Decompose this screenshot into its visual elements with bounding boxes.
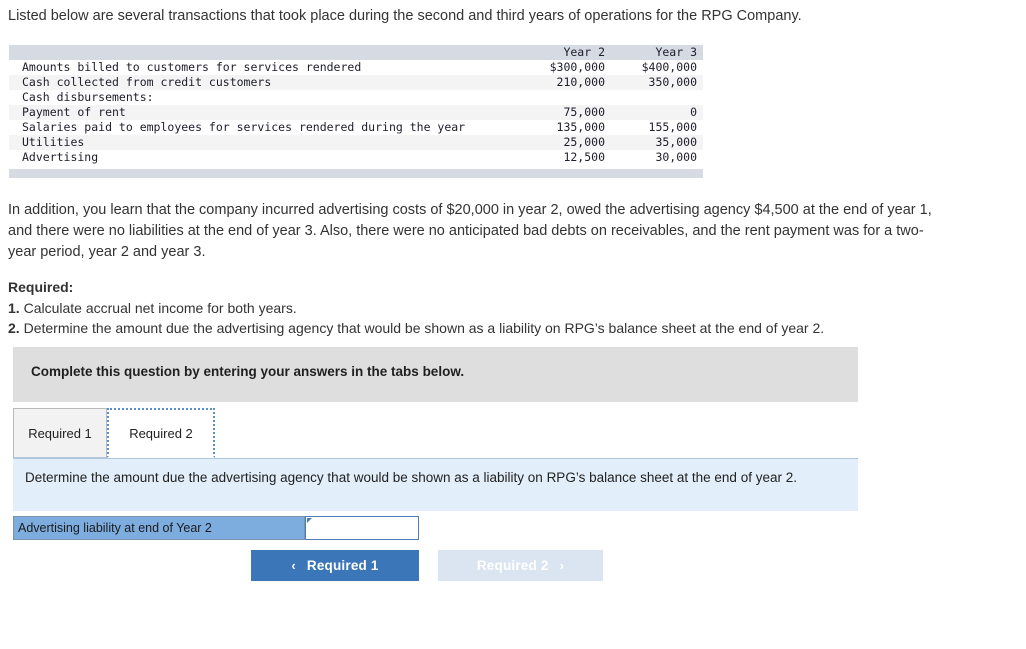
row-label: Amounts billed to customers for services… — [9, 60, 519, 75]
additional-info-paragraph: In addition, you learn that the company … — [8, 202, 932, 260]
required-heading: Required: — [8, 279, 74, 295]
required-item-2-number: 2. — [8, 320, 20, 336]
column-header-description — [9, 45, 519, 60]
row-year3: 155,000 — [611, 120, 703, 135]
required-item-2-text: Determine the amount due the advertising… — [23, 320, 825, 336]
instruction-banner-text: Complete this question by entering your … — [31, 364, 465, 379]
question-panel-text: Determine the amount due the advertising… — [25, 470, 797, 485]
row-year2: 210,000 — [519, 75, 611, 90]
table-row: Cash disbursements: — [9, 90, 703, 105]
previous-required-1-label: Required 1 — [306, 558, 379, 573]
row-label: Cash disbursements: — [9, 90, 519, 105]
advertising-liability-input[interactable] — [306, 517, 418, 539]
answer-row-label: Advertising liability at end of Year 2 — [13, 516, 305, 540]
table-row: Salaries paid to employees for services … — [9, 120, 703, 135]
row-year2: 75,000 — [519, 105, 611, 120]
previous-required-1-button[interactable]: ‹ Required 1 — [251, 550, 419, 581]
row-year3: 30,000 — [611, 150, 703, 165]
column-header-year2: Year 2 — [519, 45, 611, 60]
table-body: Amounts billed to customers for services… — [9, 60, 703, 165]
required-item-1-number: 1. — [8, 299, 20, 316]
tab-required-1-label: Required 1 — [28, 425, 92, 441]
row-year3: 35,000 — [611, 135, 703, 150]
tab-required-1[interactable]: Required 1 — [13, 408, 107, 458]
table-footer-bar — [9, 169, 703, 178]
tab-required-2[interactable]: Required 2 — [107, 408, 215, 458]
row-year3: 350,000 — [611, 75, 703, 90]
table-row: Utilities 25,000 35,000 — [9, 135, 703, 150]
row-label: Payment of rent — [9, 105, 519, 120]
row-year2: 12,500 — [519, 150, 611, 165]
table-row: Payment of rent 75,000 0 — [9, 105, 703, 120]
required-item-1: 1. Calculate accrual net income for both… — [8, 299, 998, 319]
tab-strip: Required 1 Required 2 — [13, 408, 858, 460]
required-item-1-text: Calculate accrual net income for both ye… — [23, 299, 297, 316]
row-label: Advertising — [9, 150, 519, 165]
table-header-row: Year 2 Year 3 — [9, 45, 703, 60]
row-label: Salaries paid to employees for services … — [9, 120, 519, 135]
required-item-2: 2. Determine the amount due the advertis… — [8, 319, 998, 339]
row-year2: 135,000 — [519, 120, 611, 135]
instruction-banner: Complete this question by entering your … — [13, 347, 858, 402]
table-row: Cash collected from credit customers 210… — [9, 75, 703, 90]
row-year3: $400,000 — [611, 60, 703, 75]
row-label: Utilities — [9, 135, 519, 150]
required-block: Required: 1. Calculate accrual net incom… — [8, 278, 998, 340]
table-row: Advertising 12,500 30,000 — [9, 150, 703, 165]
intro-paragraph: Listed below are several transactions th… — [8, 8, 802, 24]
row-year3 — [611, 90, 703, 105]
question-panel: Determine the amount due the advertising… — [13, 458, 858, 511]
transactions-table: Year 2 Year 3 Amounts billed to customer… — [9, 45, 703, 165]
next-required-2-label: Required 2 — [476, 558, 549, 573]
row-year2 — [519, 90, 611, 105]
row-year2: 25,000 — [519, 135, 611, 150]
table-head: Year 2 Year 3 — [9, 45, 703, 60]
tab-required-2-label: Required 2 — [129, 425, 193, 441]
column-header-year3: Year 3 — [611, 45, 703, 60]
row-year3: 0 — [611, 105, 703, 120]
pager-nav: ‹ Required 1 Required 2 › — [0, 550, 1026, 582]
row-label: Cash collected from credit customers — [9, 75, 519, 90]
chevron-right-icon: › — [559, 558, 565, 573]
transactions-table-wrap: Year 2 Year 3 Amounts billed to customer… — [9, 45, 703, 178]
table-row: Amounts billed to customers for services… — [9, 60, 703, 75]
next-required-2-button[interactable]: Required 2 › — [438, 550, 603, 581]
chevron-left-icon: ‹ — [291, 558, 296, 573]
advertising-liability-input-cell[interactable] — [305, 516, 419, 540]
row-year2: $300,000 — [519, 60, 611, 75]
